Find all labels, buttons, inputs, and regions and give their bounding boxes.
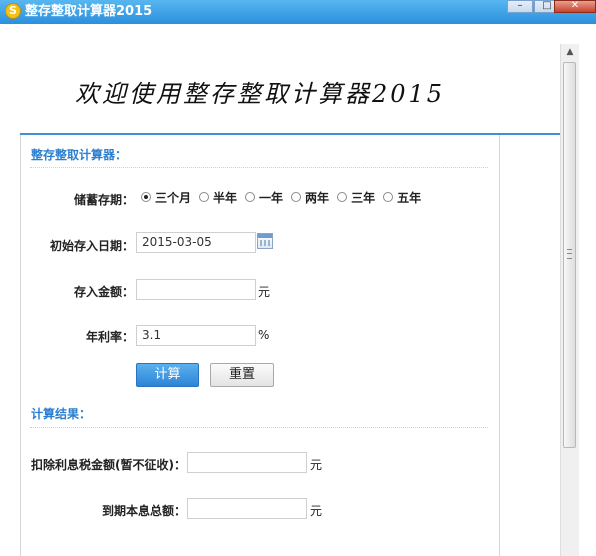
scroll-up-arrow-icon[interactable]: ▲ bbox=[561, 44, 579, 60]
term-option-5years[interactable]: 五年 bbox=[383, 189, 421, 206]
term-option-label: 半年 bbox=[213, 190, 238, 205]
banner-divider bbox=[20, 133, 560, 135]
term-option-label: 三年 bbox=[351, 190, 376, 205]
section-divider bbox=[30, 427, 488, 428]
rate-unit: % bbox=[258, 328, 270, 342]
section-divider bbox=[30, 167, 488, 168]
term-option-3months[interactable]: 三个月 bbox=[141, 189, 191, 206]
calculate-button[interactable]: 计算 bbox=[136, 363, 199, 387]
term-option-label: 五年 bbox=[397, 190, 422, 205]
radio-icon bbox=[383, 192, 394, 202]
total-output[interactable] bbox=[187, 498, 307, 519]
rate-label: 年利率： bbox=[85, 330, 134, 344]
radio-icon bbox=[199, 192, 210, 202]
rate-input[interactable]: 3.1 bbox=[136, 325, 256, 346]
vertical-scrollbar[interactable]: ▲ bbox=[560, 44, 579, 556]
amount-unit: 元 bbox=[258, 285, 271, 299]
term-option-half-year[interactable]: 半年 bbox=[199, 189, 237, 206]
close-button[interactable]: ✕ bbox=[554, 0, 596, 13]
results-section-title: 计算结果： bbox=[31, 407, 92, 421]
calendar-icon[interactable] bbox=[257, 233, 273, 249]
start-date-input[interactable]: 2015-03-05 bbox=[136, 232, 256, 253]
amount-label: 存入金额： bbox=[73, 285, 134, 299]
welcome-banner: 欢迎使用整存整取计算器2015 bbox=[75, 80, 446, 108]
radio-icon bbox=[337, 192, 348, 202]
total-label: 到期本息总额： bbox=[101, 504, 186, 518]
after-tax-interest-label: 扣除利息税金额(暂不征收)： bbox=[31, 458, 186, 472]
title-bar: S 整存整取计算器2015 – □ ✕ bbox=[0, 0, 596, 24]
start-date-label: 初始存入日期： bbox=[49, 239, 134, 253]
term-option-2years[interactable]: 两年 bbox=[291, 189, 329, 206]
total-unit: 元 bbox=[310, 504, 323, 518]
term-option-1year[interactable]: 一年 bbox=[245, 189, 283, 206]
term-option-label: 两年 bbox=[305, 190, 330, 205]
minimize-button[interactable]: – bbox=[507, 0, 533, 13]
app-coin-icon: S bbox=[5, 3, 21, 19]
reset-button[interactable]: 重置 bbox=[210, 363, 274, 387]
radio-icon bbox=[245, 192, 256, 202]
term-option-3years[interactable]: 三年 bbox=[337, 189, 375, 206]
calculator-section-title: 整存整取计算器： bbox=[31, 148, 128, 162]
term-label: 储蓄存期： bbox=[73, 193, 134, 207]
scrollbar-thumb[interactable] bbox=[563, 62, 576, 448]
panel-right-border bbox=[499, 135, 500, 556]
window-right-edge bbox=[579, 24, 596, 556]
term-option-label: 一年 bbox=[259, 190, 284, 205]
radio-icon bbox=[291, 192, 302, 202]
term-option-label: 三个月 bbox=[155, 190, 192, 205]
panel-left-border bbox=[20, 135, 21, 556]
after-tax-interest-output[interactable] bbox=[187, 452, 307, 473]
content-area: 欢迎使用整存整取计算器2015 整存整取计算器： 储蓄存期： 三个月 半年 一年… bbox=[0, 24, 560, 556]
term-radio-group: 三个月 半年 一年 两年 三年 五年 bbox=[141, 189, 429, 206]
window-title: 整存整取计算器2015 bbox=[25, 4, 153, 19]
radio-selected-icon bbox=[141, 192, 151, 202]
after-tax-interest-unit: 元 bbox=[310, 458, 323, 472]
amount-input[interactable] bbox=[136, 279, 256, 300]
grip-icon bbox=[567, 249, 572, 259]
